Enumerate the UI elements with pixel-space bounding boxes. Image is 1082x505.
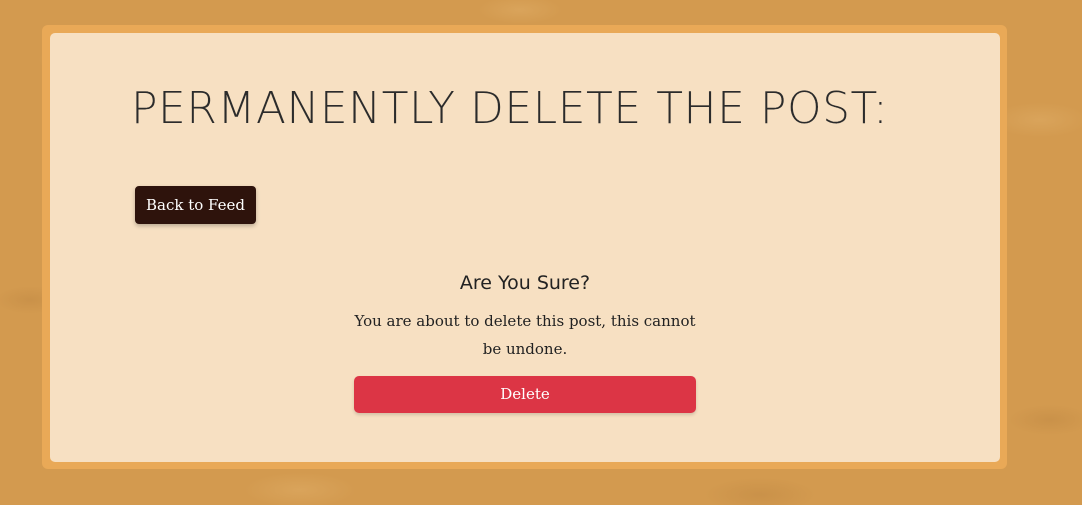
confirmation-message: You are about to delete this post, this … (354, 312, 696, 358)
back-to-feed-button[interactable]: Back to Feed (135, 186, 256, 224)
page-title: PERMANENTLY DELETE THE POST: (131, 83, 889, 134)
delete-post-card: PERMANENTLY DELETE THE POST: Back to Fee… (50, 33, 1000, 462)
delete-button[interactable]: Delete (354, 376, 696, 413)
confirmation-heading: Are You Sure? (459, 272, 591, 294)
confirmation-section: Are You Sure? You are about to delete th… (350, 269, 700, 363)
